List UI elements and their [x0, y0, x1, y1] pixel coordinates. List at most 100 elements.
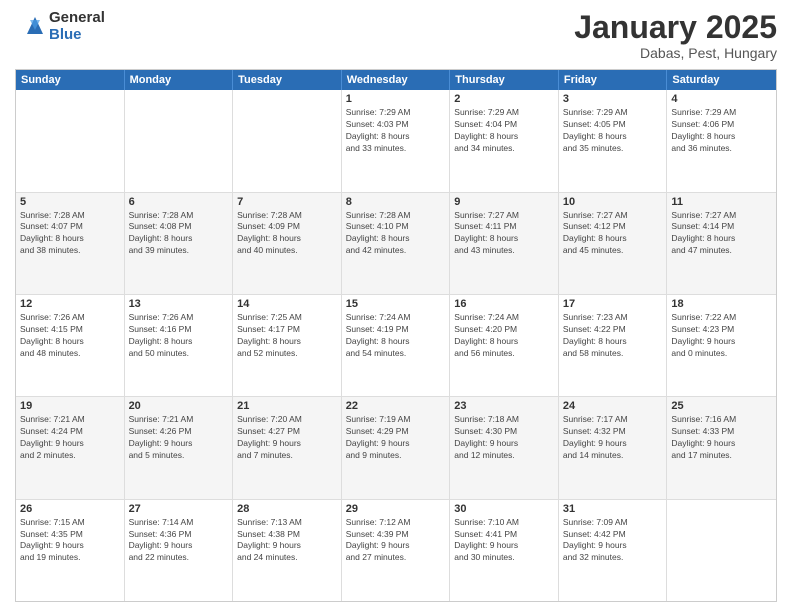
cell-text-4-3: Sunrise: 7:12 AM Sunset: 4:39 PM Dayligh…: [346, 517, 446, 565]
cal-cell-4-3: 29 Sunrise: 7:12 AM Sunset: 4:39 PM Dayli…: [342, 500, 451, 601]
cal-cell-3-4: 23 Sunrise: 7:18 AM Sunset: 4:30 PM Dayli…: [450, 397, 559, 498]
day-num-4-0: 26: [20, 503, 120, 515]
cal-cell-0-3: 1Sunrise: 7:29 AM Sunset: 4:03 PM Daylig…: [342, 90, 451, 191]
header-tuesday: Tuesday: [233, 70, 342, 90]
cal-cell-4-0: 26 Sunrise: 7:15 AM Sunset: 4:35 PM Dayli…: [16, 500, 125, 601]
day-num-1-5: 10: [563, 196, 663, 208]
header-sunday: Sunday: [16, 70, 125, 90]
cal-cell-4-4: 30Sunrise: 7:10 AM Sunset: 4:41 PM Dayli…: [450, 500, 559, 601]
day-num-2-2: 14: [237, 298, 337, 310]
cal-row-4: 26 Sunrise: 7:15 AM Sunset: 4:35 PM Dayli…: [16, 500, 776, 601]
cal-cell-4-1: 27Sunrise: 7:14 AM Sunset: 4:36 PM Dayli…: [125, 500, 234, 601]
cal-cell-2-4: 16 Sunrise: 7:24 AM Sunset: 4:20 PM Dayli…: [450, 295, 559, 396]
cal-cell-4-2: 28Sunrise: 7:13 AM Sunset: 4:38 PM Dayli…: [233, 500, 342, 601]
day-num-2-3: 15: [346, 298, 446, 310]
day-num-1-4: 9: [454, 196, 554, 208]
cell-text-2-4: Sunrise: 7:24 AM Sunset: 4:20 PM Dayligh…: [454, 312, 554, 360]
cal-cell-1-5: 10 Sunrise: 7:27 AM Sunset: 4:12 PM Dayli…: [559, 193, 668, 294]
day-num-1-3: 8: [346, 196, 446, 208]
cell-text-3-2: Sunrise: 7:20 AM Sunset: 4:27 PM Dayligh…: [237, 414, 337, 462]
cell-text-3-0: Sunrise: 7:21 AM Sunset: 4:24 PM Dayligh…: [20, 414, 120, 462]
cell-text-1-2: Sunrise: 7:28 AM Sunset: 4:09 PM Dayligh…: [237, 210, 337, 258]
cell-text-3-4: Sunrise: 7:18 AM Sunset: 4:30 PM Dayligh…: [454, 414, 554, 462]
cal-cell-0-1: [125, 90, 234, 191]
cal-cell-2-5: 17Sunrise: 7:23 AM Sunset: 4:22 PM Dayli…: [559, 295, 668, 396]
day-num-3-1: 20: [129, 400, 229, 412]
calendar-body: 1Sunrise: 7:29 AM Sunset: 4:03 PM Daylig…: [16, 90, 776, 601]
cal-cell-2-1: 13Sunrise: 7:26 AM Sunset: 4:16 PM Dayli…: [125, 295, 234, 396]
cell-text-3-3: Sunrise: 7:19 AM Sunset: 4:29 PM Dayligh…: [346, 414, 446, 462]
header-thursday: Thursday: [450, 70, 559, 90]
calendar-subtitle: Dabas, Pest, Hungary: [574, 45, 777, 61]
day-num-3-6: 25: [671, 400, 772, 412]
cal-cell-0-2: [233, 90, 342, 191]
logo-icon: [15, 12, 45, 42]
day-num-4-1: 27: [129, 503, 229, 515]
day-num-0-5: 3: [563, 93, 663, 105]
cal-cell-4-5: 31 Sunrise: 7:09 AM Sunset: 4:42 PM Dayli…: [559, 500, 668, 601]
cell-text-2-1: Sunrise: 7:26 AM Sunset: 4:16 PM Dayligh…: [129, 312, 229, 360]
cal-cell-2-3: 15 Sunrise: 7:24 AM Sunset: 4:19 PM Dayli…: [342, 295, 451, 396]
cell-text-1-6: Sunrise: 7:27 AM Sunset: 4:14 PM Dayligh…: [671, 210, 772, 258]
header-friday: Friday: [559, 70, 668, 90]
cell-text-4-5: Sunrise: 7:09 AM Sunset: 4:42 PM Dayligh…: [563, 517, 663, 565]
cell-text-3-6: Sunrise: 7:16 AM Sunset: 4:33 PM Dayligh…: [671, 414, 772, 462]
cell-text-4-0: Sunrise: 7:15 AM Sunset: 4:35 PM Dayligh…: [20, 517, 120, 565]
day-num-1-6: 11: [671, 196, 772, 208]
day-num-2-6: 18: [671, 298, 772, 310]
day-num-3-5: 24: [563, 400, 663, 412]
cal-cell-0-5: 3 Sunrise: 7:29 AM Sunset: 4:05 PM Daylig…: [559, 90, 668, 191]
cal-cell-1-6: 11 Sunrise: 7:27 AM Sunset: 4:14 PM Dayli…: [667, 193, 776, 294]
cal-row-2: 12 Sunrise: 7:26 AM Sunset: 4:15 PM Dayli…: [16, 295, 776, 397]
cell-text-0-5: Sunrise: 7:29 AM Sunset: 4:05 PM Dayligh…: [563, 107, 663, 155]
day-num-4-4: 30: [454, 503, 554, 515]
logo-blue-label: Blue: [49, 27, 105, 44]
day-num-1-1: 6: [129, 196, 229, 208]
cal-cell-1-4: 9Sunrise: 7:27 AM Sunset: 4:11 PM Daylig…: [450, 193, 559, 294]
cell-text-3-5: Sunrise: 7:17 AM Sunset: 4:32 PM Dayligh…: [563, 414, 663, 462]
cal-cell-0-6: 4Sunrise: 7:29 AM Sunset: 4:06 PM Daylig…: [667, 90, 776, 191]
day-num-2-0: 12: [20, 298, 120, 310]
day-num-1-2: 7: [237, 196, 337, 208]
cell-text-2-2: Sunrise: 7:25 AM Sunset: 4:17 PM Dayligh…: [237, 312, 337, 360]
cal-row-3: 19 Sunrise: 7:21 AM Sunset: 4:24 PM Dayli…: [16, 397, 776, 499]
cal-cell-0-4: 2Sunrise: 7:29 AM Sunset: 4:04 PM Daylig…: [450, 90, 559, 191]
cell-text-2-0: Sunrise: 7:26 AM Sunset: 4:15 PM Dayligh…: [20, 312, 120, 360]
cal-cell-2-2: 14 Sunrise: 7:25 AM Sunset: 4:17 PM Dayli…: [233, 295, 342, 396]
logo-general-label: General: [49, 10, 105, 27]
day-num-3-0: 19: [20, 400, 120, 412]
calendar: Sunday Monday Tuesday Wednesday Thursday…: [15, 69, 777, 602]
cell-text-0-3: Sunrise: 7:29 AM Sunset: 4:03 PM Dayligh…: [346, 107, 446, 155]
day-num-3-2: 21: [237, 400, 337, 412]
cal-cell-3-0: 19 Sunrise: 7:21 AM Sunset: 4:24 PM Dayli…: [16, 397, 125, 498]
cell-text-0-4: Sunrise: 7:29 AM Sunset: 4:04 PM Dayligh…: [454, 107, 554, 155]
cell-text-1-0: Sunrise: 7:28 AM Sunset: 4:07 PM Dayligh…: [20, 210, 120, 258]
cal-cell-1-0: 5Sunrise: 7:28 AM Sunset: 4:07 PM Daylig…: [16, 193, 125, 294]
header: General Blue January 2025 Dabas, Pest, H…: [15, 10, 777, 61]
calendar-header: Sunday Monday Tuesday Wednesday Thursday…: [16, 70, 776, 90]
cal-cell-3-3: 22Sunrise: 7:19 AM Sunset: 4:29 PM Dayli…: [342, 397, 451, 498]
logo: General Blue: [15, 10, 105, 43]
cell-text-1-1: Sunrise: 7:28 AM Sunset: 4:08 PM Dayligh…: [129, 210, 229, 258]
cal-cell-3-2: 21 Sunrise: 7:20 AM Sunset: 4:27 PM Dayli…: [233, 397, 342, 498]
cal-cell-3-5: 24 Sunrise: 7:17 AM Sunset: 4:32 PM Dayli…: [559, 397, 668, 498]
cell-text-2-3: Sunrise: 7:24 AM Sunset: 4:19 PM Dayligh…: [346, 312, 446, 360]
day-num-2-4: 16: [454, 298, 554, 310]
day-num-3-4: 23: [454, 400, 554, 412]
cal-cell-3-6: 25 Sunrise: 7:16 AM Sunset: 4:33 PM Dayli…: [667, 397, 776, 498]
header-saturday: Saturday: [667, 70, 776, 90]
cal-cell-1-3: 8 Sunrise: 7:28 AM Sunset: 4:10 PM Daylig…: [342, 193, 451, 294]
day-num-2-5: 17: [563, 298, 663, 310]
cell-text-1-3: Sunrise: 7:28 AM Sunset: 4:10 PM Dayligh…: [346, 210, 446, 258]
page: General Blue January 2025 Dabas, Pest, H…: [0, 0, 792, 612]
cal-cell-3-1: 20Sunrise: 7:21 AM Sunset: 4:26 PM Dayli…: [125, 397, 234, 498]
day-num-4-3: 29: [346, 503, 446, 515]
cal-cell-0-0: [16, 90, 125, 191]
cal-cell-1-2: 7 Sunrise: 7:28 AM Sunset: 4:09 PM Daylig…: [233, 193, 342, 294]
day-num-4-5: 31: [563, 503, 663, 515]
cal-cell-1-1: 6 Sunrise: 7:28 AM Sunset: 4:08 PM Daylig…: [125, 193, 234, 294]
cell-text-1-5: Sunrise: 7:27 AM Sunset: 4:12 PM Dayligh…: [563, 210, 663, 258]
cell-text-2-6: Sunrise: 7:22 AM Sunset: 4:23 PM Dayligh…: [671, 312, 772, 360]
cell-text-0-6: Sunrise: 7:29 AM Sunset: 4:06 PM Dayligh…: [671, 107, 772, 155]
header-monday: Monday: [125, 70, 234, 90]
